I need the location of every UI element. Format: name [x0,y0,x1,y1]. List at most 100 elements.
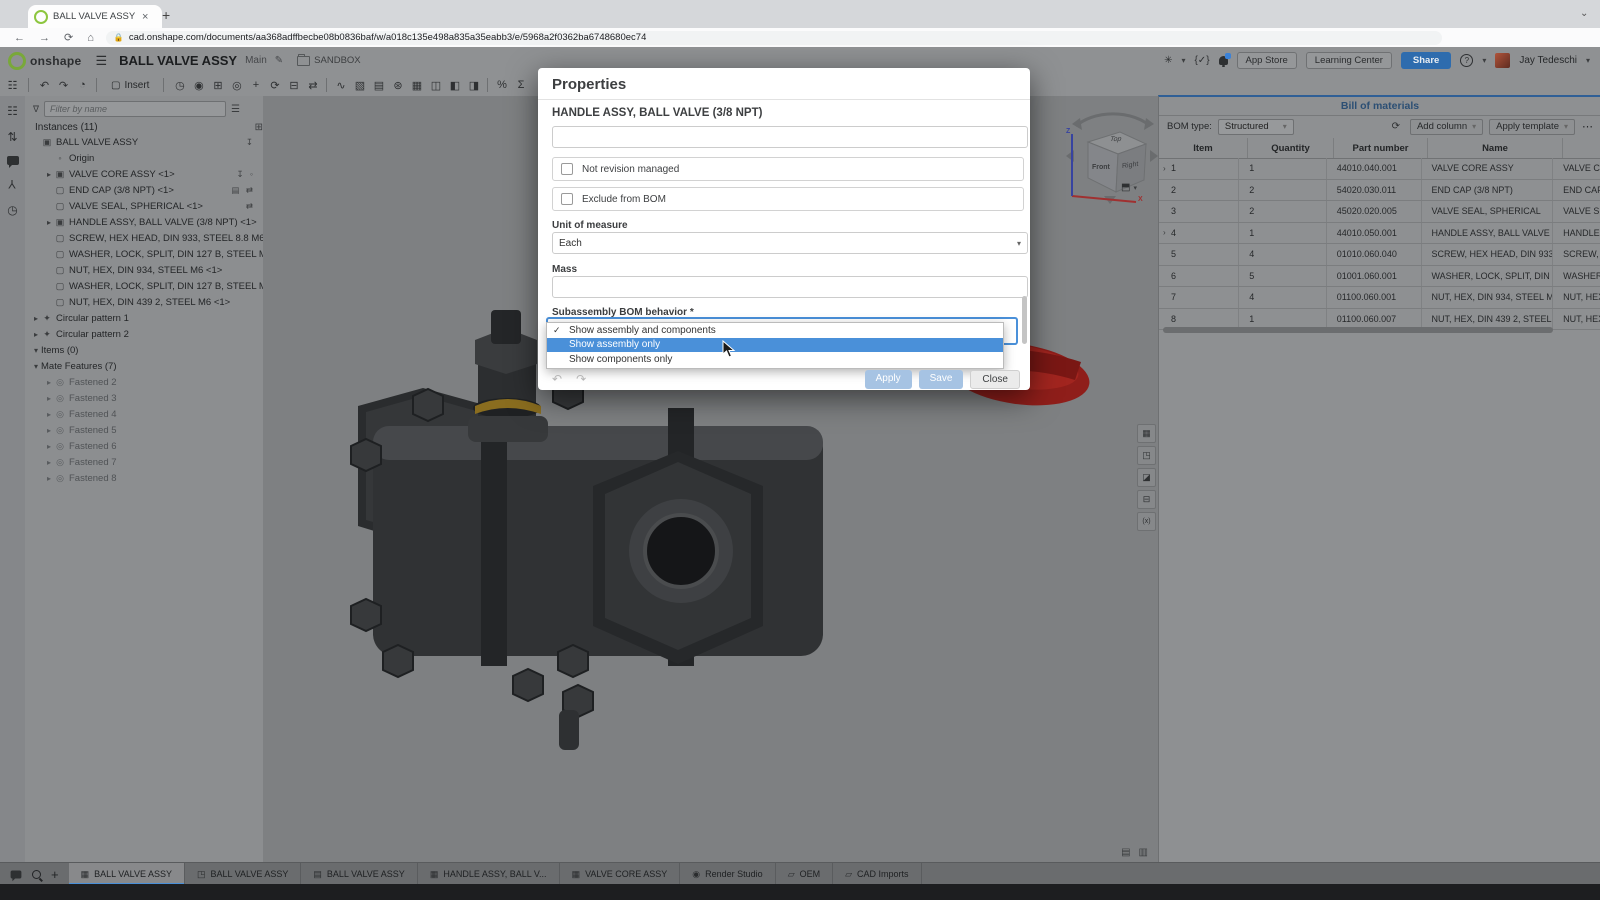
bom-col-header[interactable]: Part number [1334,138,1428,158]
tree-item[interactable]: ▸✦Circular pattern 1 [25,310,263,326]
apply-template-button[interactable]: Apply template▾ [1489,119,1575,135]
add-to-folder-icon[interactable]: ⊞ [255,122,263,133]
learning-center-button[interactable]: Learning Center [1306,52,1392,69]
app-store-button[interactable]: App Store [1237,52,1297,69]
home-icon[interactable]: ⌂ [87,32,94,44]
row-expand-icon[interactable]: › [1163,228,1171,237]
bom-col-header[interactable]: Item [1159,138,1248,158]
not-revision-managed-option[interactable]: Not revision managed [552,157,1024,181]
group-icon[interactable]: ⊞ [208,77,227,93]
doc-tab[interactable]: ◳BALL VALVE ASSY [185,863,301,885]
tree-item[interactable]: ▢SCREW, HEX HEAD, DIN 933, STEEL 8.8 M6X… [25,230,263,246]
expander-icon[interactable]: ▸ [44,442,54,451]
forward-icon[interactable]: → [39,32,50,44]
expander-icon[interactable]: ▸ [44,394,54,403]
save-button[interactable]: Save [919,370,964,389]
transform-icon[interactable]: ▧ [350,77,369,93]
assembly-list-icon[interactable]: ☷ [7,104,18,118]
replicate-icon[interactable]: ▦ [407,77,426,93]
tree-item[interactable]: ▸◎Fastened 8 [25,470,263,486]
feedback-icon[interactable] [11,870,22,878]
add-tab-button[interactable]: + [51,867,59,882]
comments-icon[interactable] [7,156,19,165]
onshape-logo[interactable]: onshape [8,52,81,70]
layout-icon[interactable]: ◧ [445,77,464,93]
table-row[interactable]: 3245020.020.005VALVE SEAL, SPHERICALVALV… [1159,201,1600,223]
not-revision-managed-checkbox[interactable] [561,163,573,175]
workspace-breadcrumb[interactable]: SANDBOX [297,55,360,66]
bom-more-icon[interactable]: ⋯ [1582,120,1593,133]
expander-icon[interactable]: ▸ [44,474,54,483]
view-cube-home-icon[interactable]: ⬒ [1121,182,1130,193]
add-column-button[interactable]: Add column▾ [1410,119,1483,135]
view-options-caret-icon[interactable]: ▾ [1133,184,1137,192]
bom-table-icon[interactable]: ▦ [1137,424,1156,443]
table-row[interactable]: ›4144010.050.001HANDLE ASSY, BALL VALVE … [1159,223,1600,245]
report-bug-icon[interactable]: ✳ [1164,55,1172,66]
list-options-icon[interactable]: ☰ [231,104,240,115]
doc-tab[interactable]: ▤BALL VALVE ASSY [301,863,417,885]
named-positions-icon[interactable]: ◪ [1137,468,1156,487]
mate-connector-icon[interactable]: ◎ [227,77,246,93]
user-name[interactable]: Jay Tedeschi [1519,55,1577,66]
search-tabs-icon[interactable] [32,870,41,879]
tree-item[interactable]: ▸◎Fastened 6 [25,438,263,454]
new-tab-button[interactable]: + [162,8,170,22]
table-row[interactable]: 6501001.060.001WASHER, LOCK, SPLIT, DIN … [1159,266,1600,288]
expander-icon[interactable]: ▸ [31,330,41,339]
tree-item[interactable]: ▸◎Fastened 3 [25,390,263,406]
mass-field[interactable] [552,276,1028,298]
browser-tab[interactable]: BALL VALVE ASSY | BALL VAL × [28,5,162,28]
tree-item[interactable]: ▢NUT, HEX, DIN 934, STEEL M6 <1> [25,262,263,278]
table-row[interactable]: 5401010.060.040SCREW, HEX HEAD, DIN 933,… [1159,244,1600,266]
filter-funnel-icon[interactable]: ∇ [33,104,39,115]
bug-caret-icon[interactable]: ▾ [1181,56,1185,65]
apply-button[interactable]: Apply [865,370,912,389]
configuration-variables-icon[interactable]: (x) [1137,512,1156,531]
tree-item[interactable]: ▸◎Fastened 5 [25,422,263,438]
tree-item[interactable]: ▸◎Fastened 2 [25,374,263,390]
dropdown-option[interactable]: Show components only [547,352,1003,367]
export-icon[interactable]: ▥ [1139,847,1148,858]
user-avatar[interactable] [1495,53,1510,68]
doc-tab[interactable]: ▱OEM [776,863,833,885]
measure-icon[interactable]: % [492,77,511,93]
dialog-undo-icon[interactable]: ↶ [552,372,562,386]
dropdown-option[interactable]: ✓Show assembly and components [547,323,1003,338]
row-expand-icon[interactable]: › [1163,164,1171,173]
mass-properties-icon[interactable]: Σ [511,77,530,93]
doc-tab[interactable]: ▦BALL VALVE ASSY [69,863,185,885]
tree-item[interactable]: ▸▣VALVE CORE ASSY <1>↧ ◦ [25,166,263,182]
share-button[interactable]: Share [1401,52,1451,69]
rotate-icon[interactable]: ⟳ [265,77,284,93]
print-icon[interactable]: ▤ [1121,847,1130,858]
tree-section-items-0-[interactable]: ▾Items (0) [25,342,263,358]
dialog-redo-icon[interactable]: ↷ [576,372,586,386]
branch-label[interactable]: Main [245,55,267,66]
url-field[interactable]: 🔒 cad.onshape.com/documents/aa368adffbec… [106,31,1442,45]
mate-icon[interactable]: ◉ [189,77,208,93]
bom-col-header[interactable]: Name [1428,138,1563,158]
back-icon[interactable]: ← [14,32,25,44]
tree-item[interactable]: ▸▣HANDLE ASSY, BALL VALVE (3/8 NPT) <1> [25,214,263,230]
doc-tab[interactable]: ◉Render Studio [680,863,775,885]
expander-icon[interactable]: ▾ [31,346,41,355]
viewcube-top-face[interactable]: Top [1109,136,1123,143]
feature-list-toggle-icon[interactable]: ☷ [3,77,22,93]
bom-horizontal-scrollbar[interactable] [1163,327,1553,333]
doc-tab[interactable]: ▦VALVE CORE ASSY [560,863,681,885]
help-caret-icon[interactable]: ▾ [1482,56,1486,65]
table-row[interactable]: 2254020.030.011END CAP (3/8 NPT)END CAP … [1159,180,1600,202]
tree-item[interactable]: ▢NUT, HEX, DIN 439 2, STEEL M6 <1> [25,294,263,310]
exploded-view-icon[interactable]: ◳ [1137,446,1156,465]
tab-search-caret-icon[interactable]: ⌄ [1580,8,1588,19]
pattern-linear-icon[interactable]: ▤ [369,77,388,93]
tree-section-mate-features-7-[interactable]: ▾Mate Features (7) [25,358,263,374]
tree-item[interactable]: ▢WASHER, LOCK, SPLIT, DIN 127 B, STEEL M… [25,278,263,294]
close-tab-icon[interactable]: × [142,11,148,23]
mirror-icon[interactable]: ◨ [464,77,483,93]
expander-icon[interactable]: ▸ [31,314,41,323]
configurations-icon[interactable]: ⇅ [7,130,17,144]
bom-type-select[interactable]: Structured▾ [1218,119,1294,135]
history-icon[interactable]: ◷ [7,203,17,217]
